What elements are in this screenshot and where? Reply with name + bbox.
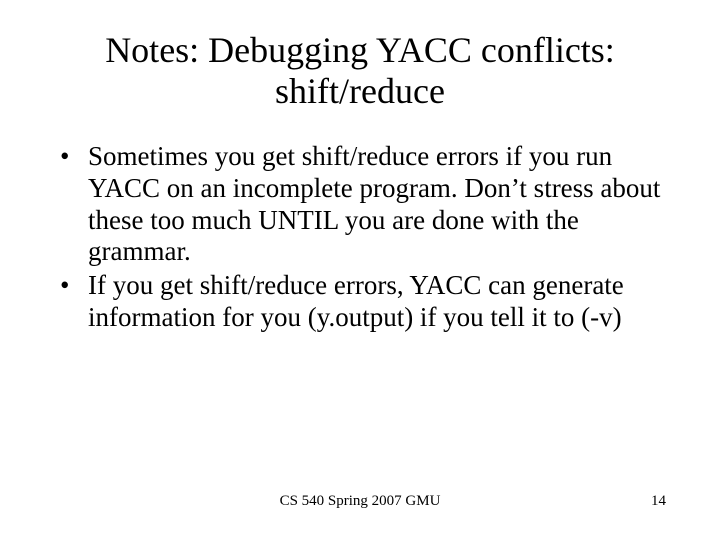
bullet-text: Sometimes you get shift/reduce errors if… (88, 141, 660, 267)
bullet-text: If you get shift/reduce errors, YACC can… (88, 270, 624, 332)
title-line-1: Notes: Debugging YACC conflicts: (105, 30, 615, 70)
slide-title: Notes: Debugging YACC conflicts: shift/r… (0, 0, 720, 113)
list-item: Sometimes you get shift/reduce errors if… (54, 141, 666, 268)
list-item: If you get shift/reduce errors, YACC can… (54, 270, 666, 334)
slide-number: 14 (651, 493, 666, 510)
slide-body: Sometimes you get shift/reduce errors if… (0, 113, 720, 334)
slide: Notes: Debugging YACC conflicts: shift/r… (0, 0, 720, 540)
title-line-2: shift/reduce (275, 71, 445, 111)
bullet-list: Sometimes you get shift/reduce errors if… (54, 141, 666, 334)
footer-center: CS 540 Spring 2007 GMU (0, 493, 720, 510)
